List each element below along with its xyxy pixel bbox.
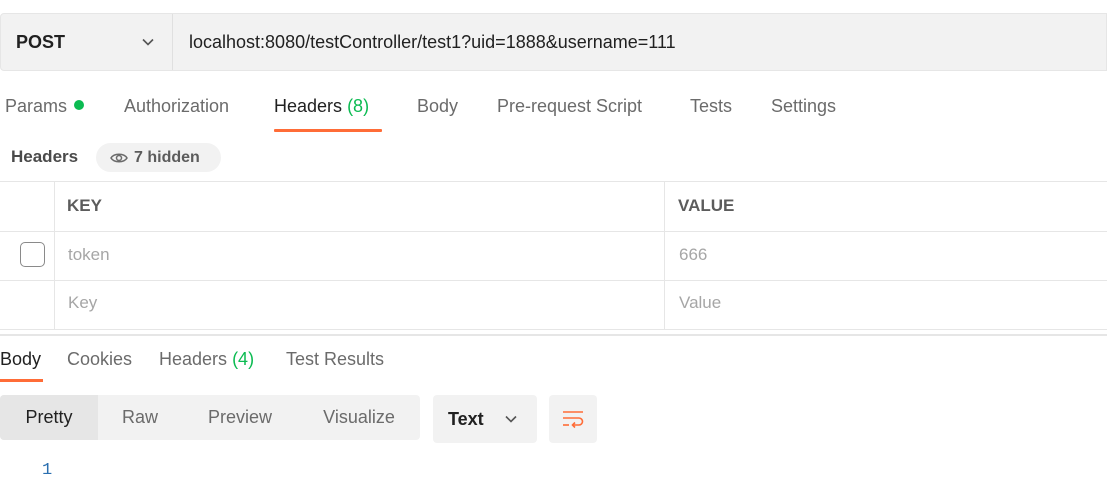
table-divider [0, 280, 1107, 281]
hidden-headers-count: 7 hidden [134, 148, 200, 166]
chevron-down-icon [505, 415, 517, 423]
tab-tests[interactable]: Tests [690, 96, 732, 117]
active-response-tab-indicator [0, 379, 43, 382]
params-status-dot [74, 100, 85, 110]
view-raw-button[interactable]: Raw [98, 395, 182, 440]
response-tab-cookies[interactable]: Cookies [67, 349, 132, 370]
header-value-cell[interactable]: 666 [679, 245, 707, 265]
tab-body[interactable]: Body [417, 96, 458, 117]
view-visualize-button[interactable]: Visualize [298, 395, 420, 440]
method-select[interactable]: POST [1, 14, 173, 70]
row-enabled-checkbox[interactable] [20, 242, 45, 267]
chevron-down-icon [142, 38, 154, 46]
tab-headers-count: (8) [347, 96, 370, 116]
response-tab-headers-label: Headers [159, 349, 228, 369]
column-divider [54, 181, 55, 330]
request-response-splitter[interactable] [0, 334, 1107, 336]
column-header-key: KEY [67, 196, 102, 215]
tab-pre-request-script[interactable]: Pre-request Script [497, 96, 642, 117]
view-mode-selector: Pretty Raw Preview Visualize [0, 395, 420, 440]
request-bar: POST localhost:8080/testController/test1… [0, 13, 1107, 71]
tab-headers-label: Headers [274, 96, 343, 116]
new-key-input[interactable]: Key [68, 293, 97, 313]
view-preview-button[interactable]: Preview [182, 395, 298, 440]
word-wrap-button[interactable] [549, 395, 597, 443]
response-tab-headers-count: (4) [232, 349, 255, 369]
line-number: 1 [42, 461, 53, 480]
table-border-bottom [0, 329, 1107, 330]
header-key-cell[interactable]: token [68, 245, 110, 265]
headers-section-title: Headers [11, 147, 79, 166]
hidden-headers-toggle[interactable]: 7 hidden [96, 143, 221, 172]
view-pretty-button[interactable]: Pretty [0, 395, 98, 440]
eye-icon [110, 153, 128, 162]
active-tab-indicator [274, 129, 382, 132]
tab-params[interactable]: Params [5, 96, 85, 117]
url-input[interactable]: localhost:8080/testController/test1?uid=… [189, 14, 676, 70]
table-border-top [0, 181, 1107, 182]
column-divider [664, 181, 665, 330]
tab-headers[interactable]: Headers (8) [274, 96, 369, 117]
column-header-value: VALUE [678, 196, 735, 215]
response-tab-test-results[interactable]: Test Results [286, 349, 384, 370]
method-label: POST [16, 31, 66, 52]
response-tab-body[interactable]: Body [0, 349, 41, 370]
tab-settings[interactable]: Settings [771, 96, 836, 117]
table-divider [0, 231, 1107, 232]
tab-params-label: Params [5, 96, 68, 116]
tab-authorization[interactable]: Authorization [124, 96, 229, 117]
response-tab-headers[interactable]: Headers (4) [159, 349, 254, 370]
format-label: Text [448, 408, 484, 429]
format-select[interactable]: Text [433, 395, 537, 443]
wrap-lines-icon [563, 411, 584, 429]
new-value-input[interactable]: Value [679, 293, 721, 313]
